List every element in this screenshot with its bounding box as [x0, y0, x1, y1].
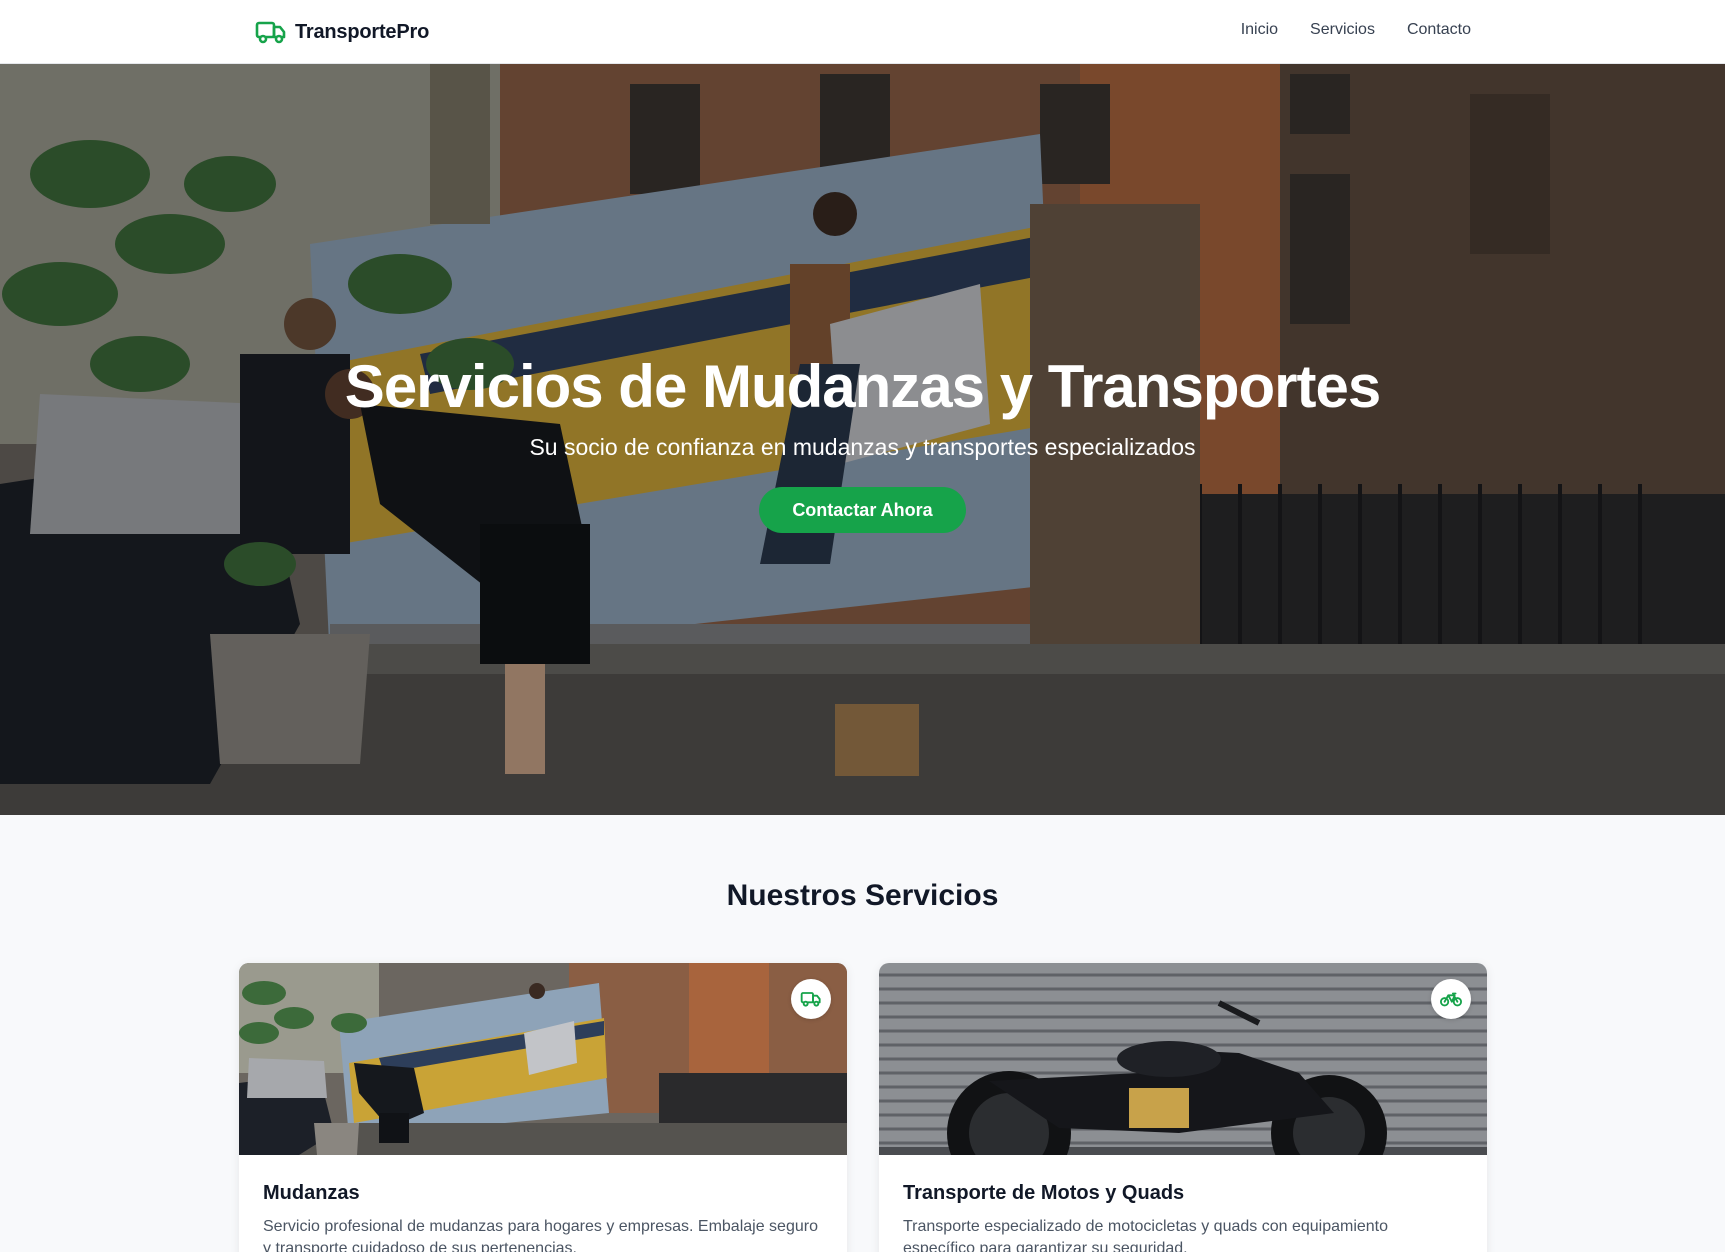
- card-description: Servicio profesional de mudanzas para ho…: [263, 1218, 818, 1252]
- brand-logo-link[interactable]: TransportePro: [255, 17, 429, 47]
- brand-name: TransportePro: [295, 20, 430, 43]
- hero-subtitle: Su socio de confianza en mudanzas y tran…: [529, 434, 1196, 460]
- hero-section: Servicios de Mudanzas y Transportes Su s…: [0, 64, 1725, 815]
- hero-title: Servicios de Mudanzas y Transportes: [344, 353, 1381, 420]
- card-title: Transporte de Motos y Quads: [903, 1182, 1185, 1204]
- card-badge-mudanzas: [791, 979, 831, 1019]
- truck-icon: [800, 992, 821, 1007]
- nav-link-contacto[interactable]: Contacto: [1407, 21, 1471, 39]
- hero-content: Servicios de Mudanzas y Transportes Su s…: [0, 64, 1725, 815]
- services-title: Nuestros Servicios: [726, 879, 999, 912]
- service-card-motos-quads[interactable]: Transporte de Motos y Quads Transporte e…: [879, 963, 1487, 1252]
- card-badge-motos: [1431, 979, 1471, 1019]
- mudanzas-card-image: [239, 963, 847, 1155]
- nav-menu: Inicio Servicios Contacto: [1241, 21, 1471, 39]
- contact-now-button[interactable]: Contactar Ahora: [759, 487, 966, 533]
- top-navbar: TransportePro Inicio Servicios Contacto: [0, 0, 1725, 64]
- card-description: Transporte especializado de motocicletas…: [903, 1218, 1389, 1252]
- nav-link-servicios[interactable]: Servicios: [1310, 21, 1375, 39]
- truck-icon: [255, 21, 286, 44]
- motos-card-image: [879, 963, 1487, 1155]
- nav-link-inicio[interactable]: Inicio: [1241, 21, 1278, 39]
- service-card-mudanzas[interactable]: Mudanzas Servicio profesional de mudanza…: [239, 963, 847, 1252]
- card-title: Mudanzas: [263, 1182, 360, 1204]
- bicycle-icon: [1440, 992, 1462, 1007]
